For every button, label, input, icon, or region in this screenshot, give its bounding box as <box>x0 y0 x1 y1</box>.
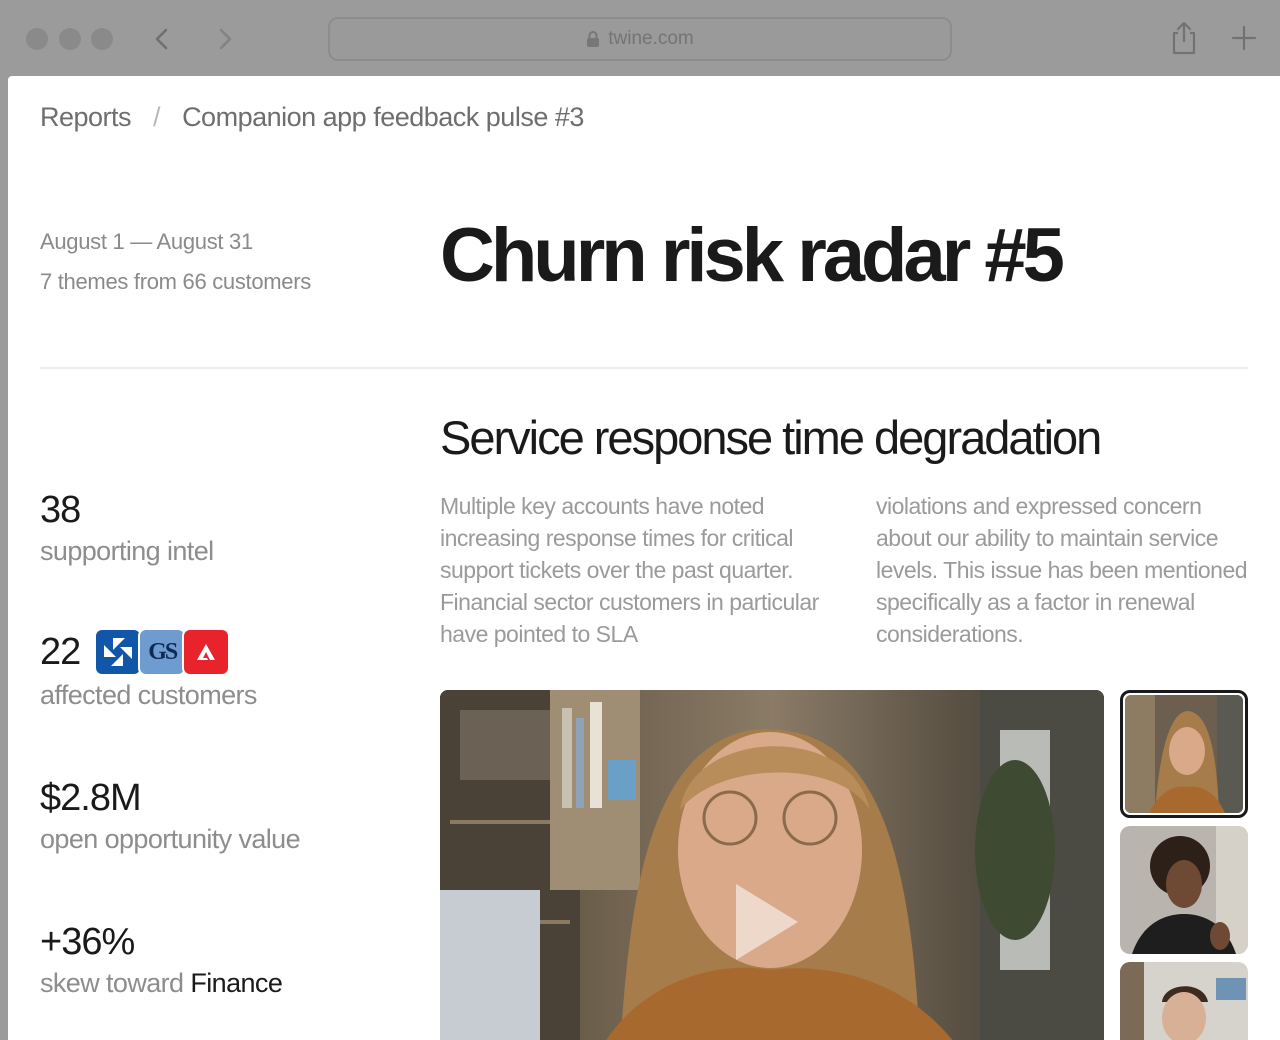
forward-button[interactable] <box>208 22 242 56</box>
zoom-window-button[interactable] <box>91 28 113 50</box>
new-tab-button[interactable] <box>1228 22 1260 54</box>
page-content: Reports / Companion app feedback pulse #… <box>8 76 1280 1040</box>
stat-value: 22 <box>40 631 81 673</box>
lock-icon <box>587 31 600 47</box>
gs-logo: GS <box>138 628 187 676</box>
stat-label: affected customers <box>40 680 257 710</box>
theme-title: Service response time degradation <box>440 411 1102 464</box>
video-thumbnail-1[interactable] <box>1120 690 1248 818</box>
stat-label: skew toward <box>40 968 184 998</box>
stat-skew: +36% skew toward Finance <box>40 920 283 999</box>
breadcrumb-separator: / <box>153 102 161 132</box>
chase-octagon-icon <box>104 638 133 666</box>
theme-description-col-1: Multiple key accounts have noted increas… <box>440 493 819 647</box>
plus-icon <box>1231 25 1257 51</box>
stat-label: open opportunity value <box>40 824 301 854</box>
breadcrumb-current[interactable]: Companion app feedback pulse #3 <box>182 102 584 133</box>
share-button[interactable] <box>1168 20 1200 56</box>
chevron-left-icon <box>155 28 168 50</box>
adobe-logo <box>182 628 231 676</box>
adobe-a-icon <box>197 644 216 660</box>
section-divider <box>40 367 1248 369</box>
play-icon[interactable] <box>732 880 802 964</box>
report-meta: August 1 — August 31 7 themes from 66 cu… <box>40 222 311 302</box>
address-bar[interactable]: twine.com <box>328 17 952 61</box>
chevron-right-icon <box>219 28 232 50</box>
theme-description-col-2: violations and expressed concern about o… <box>876 493 1248 647</box>
stat-supporting-intel: 38 supporting intel <box>40 488 214 567</box>
thumbnail-portrait-2 <box>1120 826 1248 954</box>
browser-window: twine.com Reports / Companion app feedba… <box>0 0 1280 1040</box>
stat-affected-customers: 22 GS affected customers <box>40 628 257 711</box>
page-title: Churn risk radar #5 <box>440 213 1065 298</box>
thumbnail-portrait-3 <box>1120 962 1248 1040</box>
url-text: twine.com <box>608 28 694 49</box>
video-frame-image <box>440 690 1104 1040</box>
share-icon <box>1172 21 1196 55</box>
thumbnail-image <box>1125 695 1243 813</box>
stat-value: +36% <box>40 921 135 963</box>
stat-value-row: 22 GS <box>40 628 257 676</box>
stat-opportunity-value: $2.8M open opportunity value <box>40 776 301 855</box>
stat-value: $2.8M <box>40 777 142 819</box>
stat-value: 38 <box>40 489 81 531</box>
customer-logos[interactable]: GS <box>94 628 231 676</box>
browser-toolbar: twine.com <box>0 0 1280 76</box>
video-player[interactable] <box>440 690 1104 1040</box>
close-window-button[interactable] <box>26 28 48 50</box>
breadcrumb: Reports / Companion app feedback pulse #… <box>40 102 584 133</box>
chase-logo <box>94 628 143 676</box>
stat-label: supporting intel <box>40 536 214 566</box>
themes-summary: 7 themes from 66 customers <box>40 269 311 294</box>
stat-label-row: skew toward Finance <box>40 968 283 999</box>
video-thumbnail-3[interactable] <box>1120 962 1248 1040</box>
thumbnail-portrait-1 <box>1125 695 1243 813</box>
date-range: August 1 — August 31 <box>40 229 253 254</box>
video-thumbnail-2[interactable] <box>1120 826 1248 954</box>
back-button[interactable] <box>146 22 180 56</box>
minimize-window-button[interactable] <box>59 28 81 50</box>
breadcrumb-reports-link[interactable]: Reports <box>40 102 132 133</box>
stat-label-emphasis: Finance <box>190 968 283 998</box>
